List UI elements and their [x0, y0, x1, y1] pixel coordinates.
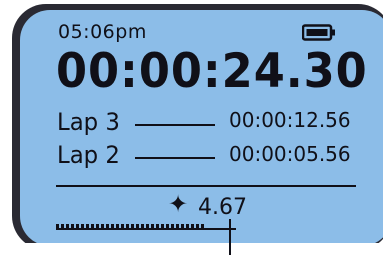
lap-label: Lap 2 [57, 141, 120, 169]
lap-leader-line [135, 124, 215, 126]
elapsed-time: 00:00:24.30 [56, 44, 368, 99]
lap-label: Lap 3 [57, 108, 120, 136]
battery-full-icon [302, 24, 335, 41]
lap-time: 00:00:05.56 [229, 142, 351, 166]
lcd-screen: 05:06pm 00:00:24.30 Lap 3 00:00:12.56 La… [38, 12, 383, 255]
progress-track [56, 228, 236, 230]
clock-time: 05:06pm [58, 21, 147, 43]
plus-icon: ✦ [168, 190, 189, 218]
lap-time: 00:00:12.56 [229, 108, 351, 132]
progress-marker [229, 219, 231, 255]
lap-leader-line [135, 157, 215, 159]
divider [56, 185, 356, 187]
stopwatch-device: 05:06pm 00:00:24.30 Lap 3 00:00:12.56 La… [6, 2, 383, 255]
split-value: 4.67 [198, 195, 247, 220]
progress-dots [56, 224, 206, 228]
